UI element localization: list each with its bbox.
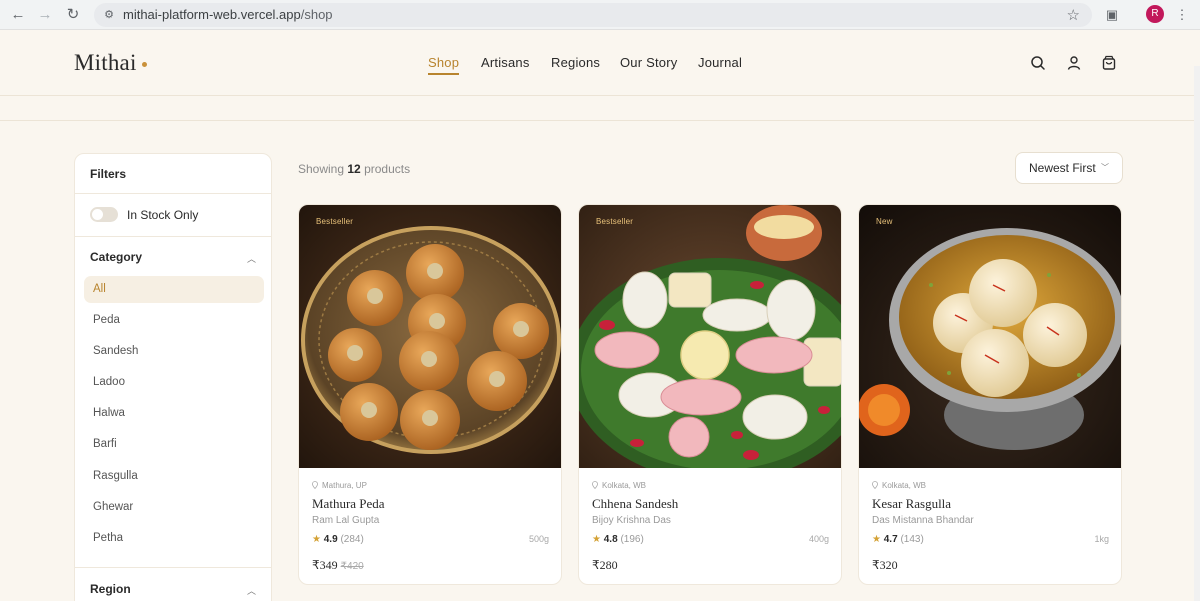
- filters-title: Filters: [90, 167, 127, 181]
- category-ghewar[interactable]: Ghewar: [84, 494, 264, 521]
- tab-search-icon[interactable]: ▣: [1102, 5, 1122, 25]
- category-all[interactable]: All: [84, 276, 264, 303]
- category-halwa[interactable]: Halwa: [84, 400, 264, 427]
- product-artisan[interactable]: Bijoy Krishna Das: [592, 515, 671, 526]
- product-card[interactable]: Bestseller Kolkata, WB Chhena Sandesh Bi…: [578, 204, 842, 585]
- star-icon: ★: [872, 534, 881, 545]
- product-rating: ★ 4.8 (196): [592, 534, 644, 545]
- search-icon[interactable]: [1029, 54, 1047, 72]
- category-heading[interactable]: Category: [90, 250, 142, 264]
- in-stock-label: In Stock Only: [127, 208, 199, 222]
- location-pin-icon: [872, 481, 878, 489]
- toggle-knob: [92, 209, 103, 220]
- sort-dropdown[interactable]: Newest First ﹀: [1015, 152, 1123, 184]
- nav-shop[interactable]: Shop: [428, 55, 460, 75]
- star-icon: ★: [592, 534, 601, 545]
- profile-avatar[interactable]: R: [1146, 5, 1164, 23]
- results-count: Showing 12 products: [298, 162, 411, 176]
- product-mrp: ₹420: [340, 561, 364, 572]
- product-price: ₹349 ₹420: [312, 558, 364, 572]
- divider: [75, 236, 271, 237]
- product-price: ₹280: [592, 558, 618, 572]
- region-heading[interactable]: Region: [90, 582, 131, 596]
- address-bar[interactable]: ⚙ mithai-platform-web.vercel.app/shop ☆: [94, 3, 1092, 27]
- product-rating: ★ 4.7 (143): [872, 534, 924, 545]
- category-sandesh[interactable]: Sandesh: [84, 338, 264, 365]
- product-image[interactable]: Bestseller: [299, 205, 561, 468]
- product-artisan[interactable]: Ram Lal Gupta: [312, 515, 379, 526]
- nav-regions[interactable]: Regions: [551, 55, 600, 70]
- product-location: Kolkata, WB: [592, 481, 646, 490]
- location-pin-icon: [592, 481, 598, 489]
- product-badge: Bestseller: [316, 217, 354, 226]
- account-icon[interactable]: [1065, 54, 1083, 72]
- forward-arrow-icon[interactable]: →: [35, 5, 55, 25]
- location-pin-icon: [312, 481, 318, 489]
- category-petha[interactable]: Petha: [84, 525, 264, 552]
- site-header: Mithai Shop Artisans Regions Our Story J…: [0, 31, 1200, 96]
- nav-our-story[interactable]: Our Story: [620, 55, 677, 70]
- bookmark-star-icon[interactable]: ☆: [1067, 6, 1080, 24]
- category-ladoo[interactable]: Ladoo: [84, 369, 264, 396]
- chevron-up-icon[interactable]: ︿: [247, 584, 256, 597]
- product-image[interactable]: Bestseller: [579, 205, 841, 468]
- reload-icon[interactable]: ↻: [63, 5, 83, 25]
- product-name[interactable]: Chhena Sandesh: [592, 496, 678, 512]
- chevron-down-icon: ﹀: [1101, 163, 1109, 172]
- filters-panel: Filters In Stock Only Category ︿ All Ped…: [74, 153, 272, 601]
- divider: [75, 567, 271, 568]
- chevron-up-icon[interactable]: ︿: [247, 252, 256, 265]
- product-badge: New: [876, 217, 893, 226]
- main-nav: Shop Artisans Regions Our Story Journal: [0, 55, 1200, 77]
- product-name[interactable]: Mathura Peda: [312, 496, 385, 512]
- back-arrow-icon[interactable]: ←: [8, 5, 28, 25]
- product-price: ₹320: [872, 558, 898, 572]
- site-settings-icon[interactable]: ⚙: [102, 8, 116, 22]
- product-badge: Bestseller: [596, 217, 634, 226]
- category-peda[interactable]: Peda: [84, 307, 264, 334]
- product-weight: 1kg: [1094, 534, 1109, 544]
- cart-icon[interactable]: [1100, 54, 1118, 72]
- divider: [75, 193, 271, 194]
- product-image[interactable]: New: [859, 205, 1121, 468]
- nav-journal[interactable]: Journal: [698, 55, 742, 70]
- browser-menu-icon[interactable]: ⋮: [1172, 5, 1192, 25]
- nav-artisans[interactable]: Artisans: [481, 55, 530, 70]
- header-divider: [0, 96, 1200, 121]
- product-artisan[interactable]: Das Mistanna Bhandar: [872, 515, 974, 526]
- browser-toolbar: ← → ↻ ⚙ mithai-platform-web.vercel.app/s…: [0, 0, 1200, 30]
- product-location: Kolkata, WB: [872, 481, 926, 490]
- product-card[interactable]: Bestseller Mathura, UP Mathura Peda Ram …: [298, 204, 562, 585]
- product-weight: 400g: [808, 534, 829, 544]
- product-card[interactable]: New Kolkata, WB Kesar Rasgulla Das Mista…: [858, 204, 1122, 585]
- star-icon: ★: [312, 534, 321, 545]
- product-rating: ★ 4.9 (284): [312, 534, 364, 545]
- product-weight: 500g: [528, 534, 549, 544]
- category-rasgulla[interactable]: Rasgulla: [84, 463, 264, 490]
- category-barfi[interactable]: Barfi: [84, 431, 264, 458]
- page-scrollbar[interactable]: [1194, 66, 1200, 601]
- url-text[interactable]: mithai-platform-web.vercel.app/shop: [123, 8, 333, 22]
- product-name[interactable]: Kesar Rasgulla: [872, 496, 951, 512]
- in-stock-toggle[interactable]: [90, 207, 118, 222]
- product-location: Mathura, UP: [312, 481, 367, 490]
